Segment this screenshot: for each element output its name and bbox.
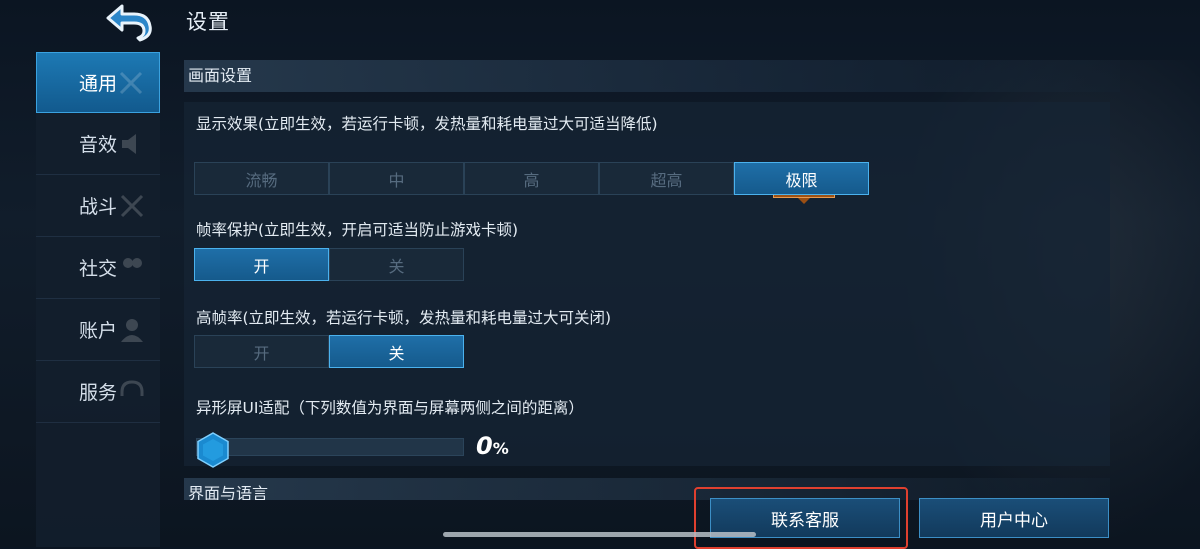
graphics-section-body: 显示效果(立即生效，若运行卡顿，发热量和耗电量过大可适当降低) 推荐 流畅 中 … bbox=[184, 102, 1110, 466]
back-button[interactable] bbox=[100, 0, 156, 44]
quality-option-medium[interactable]: 中 bbox=[329, 162, 464, 195]
section-header-graphics: 画面设置 bbox=[184, 60, 1120, 92]
people-deco-icon bbox=[123, 257, 142, 268]
notch-value-number: 0 bbox=[476, 432, 493, 460]
frame-protect-toggle: 开 关 bbox=[194, 248, 464, 281]
sword-deco-icon bbox=[119, 71, 143, 94]
sidebar-item-sound[interactable]: 音效 bbox=[36, 113, 160, 175]
settings-panel: 画面设置 显示效果(立即生效，若运行卡顿，发热量和耗电量过大可适当降低) 推荐 … bbox=[184, 60, 1120, 500]
high-fps-label: 高帧率(立即生效，若运行卡顿，发热量和耗电量过大可关闭) bbox=[196, 309, 612, 327]
page-title: 设置 bbox=[186, 10, 230, 34]
frame-protect-off[interactable]: 关 bbox=[329, 248, 464, 281]
section-header-interface-language: 界面与语言 bbox=[184, 478, 1110, 500]
home-indicator[interactable] bbox=[443, 532, 756, 537]
high-fps-off[interactable]: 关 bbox=[329, 335, 464, 368]
quality-option-high[interactable]: 高 bbox=[464, 162, 599, 195]
quality-option-ultra[interactable]: 超高 bbox=[599, 162, 734, 195]
sidebar-item-label: 账户 bbox=[78, 320, 117, 342]
sidebar-item-account[interactable]: 账户 bbox=[36, 299, 160, 361]
notch-adapt-label: 异形屏UI适配（下列数值为界面与屏幕两侧之间的距离） bbox=[196, 399, 584, 417]
sidebar: 通用 音效 战斗 社交 账户 服务 bbox=[36, 52, 160, 547]
notch-value-unit: % bbox=[492, 439, 509, 458]
frame-protect-on[interactable]: 开 bbox=[194, 248, 329, 281]
sidebar-item-label: 音效 bbox=[78, 134, 117, 156]
sidebar-item-label: 通用 bbox=[78, 73, 117, 95]
notch-slider-value: 0% bbox=[476, 432, 509, 460]
high-fps-toggle: 开 关 bbox=[194, 335, 464, 368]
display-effect-selector: 流畅 中 高 超高 极限 bbox=[194, 162, 869, 195]
sidebar-item-general[interactable]: 通用 bbox=[36, 52, 160, 113]
sidebar-item-battle[interactable]: 战斗 bbox=[36, 175, 160, 237]
sidebar-item-label: 战斗 bbox=[78, 196, 117, 218]
speaker-deco-icon bbox=[122, 133, 136, 154]
frame-protect-label: 帧率保护(立即生效，开启可适当防止游戏卡顿) bbox=[196, 221, 519, 239]
hexagon-slider-knob-icon[interactable] bbox=[196, 432, 230, 468]
user-center-button[interactable]: 用户中心 bbox=[919, 498, 1109, 538]
quality-option-smooth[interactable]: 流畅 bbox=[194, 162, 329, 195]
top-bar: 设置 bbox=[0, 0, 1200, 52]
sidebar-item-label: 社交 bbox=[78, 258, 117, 280]
notch-slider-track[interactable] bbox=[196, 438, 464, 456]
quality-option-extreme[interactable]: 极限 bbox=[734, 162, 869, 195]
sidebar-item-service[interactable]: 服务 bbox=[36, 361, 160, 423]
display-effect-label: 显示效果(立即生效，若运行卡顿，发热量和耗电量过大可适当降低) bbox=[196, 115, 658, 133]
crossed-swords-icon bbox=[120, 194, 144, 217]
headset-deco-icon bbox=[120, 379, 144, 396]
back-arrow-icon bbox=[106, 4, 152, 42]
user-deco-icon bbox=[121, 318, 143, 342]
sidebar-item-social[interactable]: 社交 bbox=[36, 237, 160, 299]
sidebar-item-label: 服务 bbox=[78, 382, 117, 404]
high-fps-on[interactable]: 开 bbox=[194, 335, 329, 368]
